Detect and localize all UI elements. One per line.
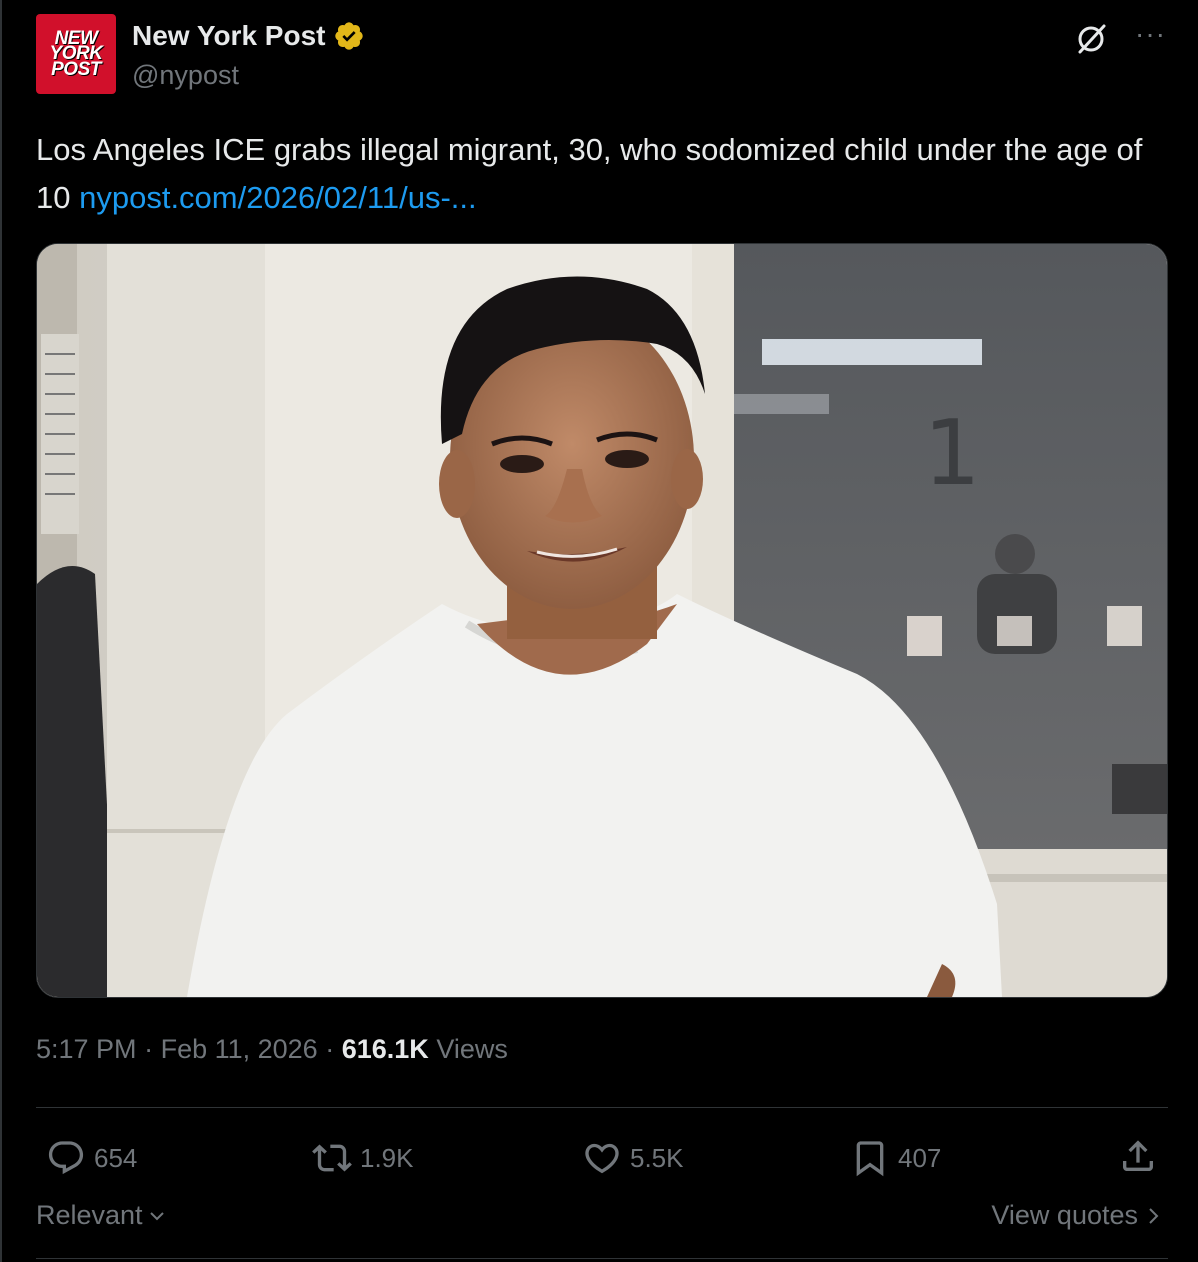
bookmark-count: 407 <box>898 1142 942 1173</box>
bookmark-button[interactable]: 407 <box>850 1138 941 1178</box>
meta-separator: · <box>325 1034 342 1064</box>
post-meta: 5:17 PM · Feb 11, 2026 · 616.1K Views <box>36 1034 508 1065</box>
post-header: NEW YORK POST New York Post @nypost ··· <box>36 14 1166 96</box>
repost-icon <box>312 1144 352 1172</box>
divider <box>36 1107 1168 1108</box>
avatar[interactable]: NEW YORK POST <box>36 14 116 94</box>
sort-dropdown[interactable]: Relevant <box>36 1200 167 1231</box>
reply-button[interactable]: 654 <box>46 1138 137 1178</box>
view-quotes-link[interactable]: View quotes <box>991 1200 1162 1231</box>
repost-button[interactable]: 1.9K <box>312 1138 414 1178</box>
post-photo[interactable]: 1 <box>36 243 1168 998</box>
post-time[interactable]: 5:17 PM <box>36 1034 137 1064</box>
action-bar: 654 1.9K 5.5K 407 <box>36 1130 1168 1186</box>
share-icon <box>1123 1140 1153 1171</box>
account-name[interactable]: New York Post <box>132 20 325 52</box>
meta-separator: · <box>144 1034 161 1064</box>
chevron-down-icon <box>149 1211 164 1220</box>
share-button[interactable] <box>1118 1136 1158 1181</box>
chevron-right-icon <box>1149 1207 1159 1224</box>
post-text: Los Angeles ICE grabs illegal migrant, 3… <box>36 126 1176 222</box>
views-count: 616.1K <box>341 1034 429 1064</box>
like-count: 5.5K <box>630 1142 684 1173</box>
account-handle[interactable]: @nypost <box>132 60 239 91</box>
left-border <box>0 0 2 1262</box>
sort-label: Relevant <box>36 1200 143 1230</box>
wall-number: 1 <box>923 401 980 506</box>
photo-illustration: 1 <box>37 244 1167 997</box>
views-label: Views <box>436 1034 508 1064</box>
reply-count: 654 <box>94 1142 138 1173</box>
view-quotes-label: View quotes <box>991 1200 1138 1230</box>
bookmark-icon <box>856 1141 884 1177</box>
grok-icon[interactable] <box>1074 22 1108 56</box>
verified-badge-icon[interactable] <box>333 20 365 52</box>
logo-line-3: POST <box>51 58 101 80</box>
like-button[interactable]: 5.5K <box>582 1138 684 1178</box>
heart-icon <box>585 1143 619 1174</box>
divider <box>36 1258 1168 1259</box>
more-options-icon[interactable]: ··· <box>1135 18 1166 50</box>
repost-count: 1.9K <box>360 1142 414 1173</box>
post-link[interactable]: nypost.com/2026/02/11/us-... <box>79 180 477 215</box>
name-row: New York Post <box>132 20 365 52</box>
reply-icon <box>48 1141 84 1175</box>
post-date[interactable]: Feb 11, 2026 <box>161 1034 318 1064</box>
